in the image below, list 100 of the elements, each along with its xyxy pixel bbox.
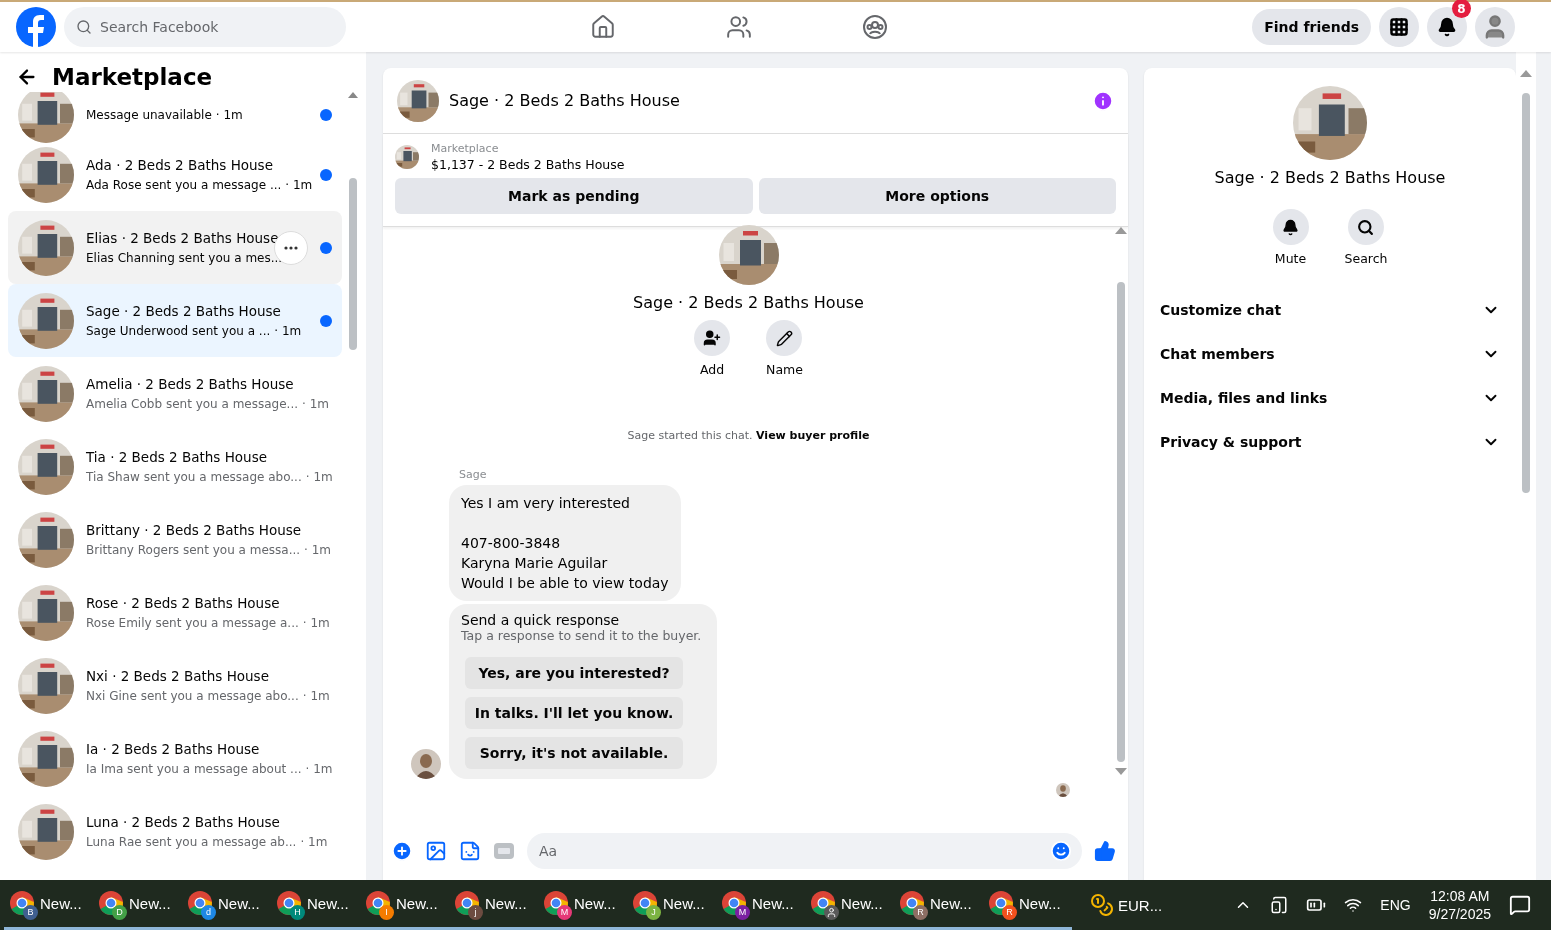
message-time: · 1m <box>305 470 333 484</box>
conversation-item[interactable]: Brittany · 2 Beds 2 Baths House Brittany Rogers sent you a messa... · 1m <box>8 503 342 576</box>
taskbar-app[interactable]: B New... <box>4 880 93 930</box>
friends-icon[interactable] <box>726 14 753 40</box>
conversation-item[interactable]: Elias · 2 Beds 2 Baths House Elias Channing sent you a mes... <box>8 211 342 284</box>
conversation-item[interactable]: Sage · 2 Beds 2 Baths House Sage Underwood sent you a ... · 1m <box>8 284 342 357</box>
groups-icon[interactable] <box>862 14 889 40</box>
message-time: · 1m <box>304 543 332 557</box>
add-person-icon <box>703 329 722 347</box>
profile-button[interactable] <box>1475 7 1515 47</box>
conversation-item[interactable]: Message unavailable · 1m <box>8 92 342 138</box>
message-preview: Brittany Rogers sent you a messa... <box>86 543 301 557</box>
wifi-icon[interactable] <box>1344 896 1363 914</box>
taskbar-app[interactable]: New... <box>805 880 894 930</box>
message-preview: Elias Channing sent you a mes... <box>86 251 283 265</box>
home-icon[interactable] <box>590 14 617 40</box>
message-time: · 1m <box>302 616 330 630</box>
message-time: · 1m <box>274 324 302 338</box>
menu-button[interactable] <box>1379 7 1419 47</box>
quick-response-button[interactable]: Yes, are you interested? <box>465 657 683 689</box>
taskbar-app[interactable]: R New... <box>983 880 1072 930</box>
sticker-icon[interactable] <box>459 840 481 862</box>
buyer-profile-link[interactable]: View buyer profile <box>756 429 870 442</box>
pencil-icon <box>776 329 793 347</box>
taskbar-app[interactable]: d New... <box>182 880 271 930</box>
taskbar-app[interactable]: J New... <box>627 880 716 930</box>
search-icon <box>76 19 92 35</box>
details-section[interactable]: Chat members <box>1160 332 1500 376</box>
message-time: · 1m <box>305 762 333 776</box>
taskbar-app[interactable]: j New... <box>449 880 538 930</box>
taskbar-app[interactable]: M New... <box>538 880 627 930</box>
conversation-title: Tia · 2 Beds 2 Baths House <box>86 449 268 465</box>
details-title: Sage · 2 Beds 2 Baths House <box>1214 168 1446 187</box>
conversation-title: Amelia · 2 Beds 2 Baths House <box>86 376 295 392</box>
facebook-logo[interactable] <box>16 7 56 47</box>
info-icon[interactable] <box>1092 89 1114 112</box>
listing-action-button[interactable]: Mark as pending <box>395 178 753 214</box>
message-preview: Amelia Cobb sent you a message... <box>86 397 299 411</box>
grid-icon <box>1389 17 1409 37</box>
message-time: · 1m <box>302 397 329 411</box>
taskbar-app[interactable]: H New... <box>271 880 360 930</box>
scroll-up-icon[interactable] <box>1520 70 1532 77</box>
conversation-title: Nxi · 2 Beds 2 Baths House <box>86 668 270 684</box>
message-bubble: Yes I am very interested 407-800-3848 Karyna Marie Aguilar Would I be able to view today <box>449 485 681 601</box>
conversation-item[interactable]: Luna · 2 Beds 2 Baths House Luna Rae sent you a message ab... · 1m <box>8 795 342 868</box>
conversation-title: Luna · 2 Beds 2 Baths House <box>86 814 281 830</box>
listing-source: Marketplace <box>431 142 500 155</box>
search-field[interactable]: Search Facebook <box>64 7 346 47</box>
search-icon <box>1357 218 1375 236</box>
quick-response-button[interactable]: Sorry, it's not available. <box>465 737 683 769</box>
taskbar-clock[interactable]: 12:08 AM 9/27/2025 <box>1428 888 1491 922</box>
listing-summary: $1,137 - 2 Beds 2 Baths House <box>431 157 625 172</box>
scrollbar-thumb[interactable] <box>1117 282 1125 762</box>
taskbar-app[interactable]: EUR... <box>1086 880 1186 930</box>
message-time: · 1m <box>302 689 330 703</box>
conversation-item[interactable]: Rose · 2 Beds 2 Baths House Rose Emily sent you a message a... · 1m <box>8 576 342 649</box>
bell-icon <box>1282 218 1299 236</box>
message-time: · 1m <box>215 108 243 122</box>
conversation-item[interactable]: Tia · 2 Beds 2 Baths House Tia Shaw sent you a message abo... · 1m <box>8 430 342 503</box>
quick-response-subtitle: Tap a response to send it to the buyer. <box>461 628 702 643</box>
conversation-item[interactable]: Ia · 2 Beds 2 Baths House Ia Ima sent you a message about ... · 1m <box>8 722 342 795</box>
conversation-title: Brittany · 2 Beds 2 Baths House <box>86 522 303 538</box>
emoji-icon[interactable] <box>1050 840 1072 862</box>
conversation-item[interactable]: Nxi · 2 Beds 2 Baths House Nxi Gine sent you a message abo... · 1m <box>8 649 342 722</box>
scrollbar-thumb[interactable] <box>1522 93 1530 493</box>
like-icon[interactable] <box>1094 840 1116 862</box>
conversation-item[interactable]: Ada · 2 Beds 2 Baths House Ada Rose sent you a message ... · 1m <box>8 138 342 211</box>
message-input[interactable]: Aa <box>527 833 1082 869</box>
photo-icon[interactable] <box>425 840 447 862</box>
device-icon[interactable] <box>1270 896 1289 914</box>
conversation-item[interactable]: Amelia · 2 Beds 2 Baths House Amelia Cobb sent you a message... · 1m <box>8 357 342 430</box>
taskbar-app[interactable]: I New... <box>360 880 449 930</box>
bell-icon <box>1437 17 1457 37</box>
notifications-icon[interactable] <box>1509 894 1531 916</box>
more-icon <box>284 246 298 250</box>
page-title: Marketplace <box>52 64 213 90</box>
scroll-up-icon[interactable] <box>348 92 358 98</box>
details-section[interactable]: Privacy & support <box>1160 420 1500 464</box>
conversation-title: Ada · 2 Beds 2 Baths House <box>86 157 274 173</box>
details-section[interactable]: Media, files and links <box>1160 376 1500 420</box>
details-section[interactable]: Customize chat <box>1160 288 1500 332</box>
taskbar-app[interactable]: R New... <box>894 880 983 930</box>
taskbar-app[interactable]: M New... <box>716 880 805 930</box>
scroll-up-icon[interactable] <box>1115 227 1127 234</box>
message-preview: Message unavailable <box>86 108 212 122</box>
quick-response-button[interactable]: In talks. I'll let you know. <box>465 697 683 729</box>
chat-notice: Sage started this chat. View buyer profile <box>626 429 871 442</box>
listing-action-button[interactable]: More options <box>758 178 1116 214</box>
language-indicator[interactable]: ENG <box>1380 897 1411 913</box>
scrollbar-thumb[interactable] <box>349 178 357 350</box>
message-preview: Nxi Gine sent you a message abo... <box>86 689 299 703</box>
taskbar-app[interactable]: D New... <box>93 880 182 930</box>
quick-response-title: Send a quick response <box>461 612 621 628</box>
chat-title: Sage · 2 Beds 2 Baths House <box>449 91 681 110</box>
message-preview: Ia Ima sent you a message about ... <box>86 762 302 776</box>
scroll-down-icon[interactable] <box>1115 768 1127 775</box>
message-preview: Tia Shaw sent you a message abo... <box>86 470 302 484</box>
find-friends-button[interactable]: Find friends <box>1252 9 1371 45</box>
plus-icon[interactable] <box>391 840 413 862</box>
browser-icon <box>721 889 747 916</box>
